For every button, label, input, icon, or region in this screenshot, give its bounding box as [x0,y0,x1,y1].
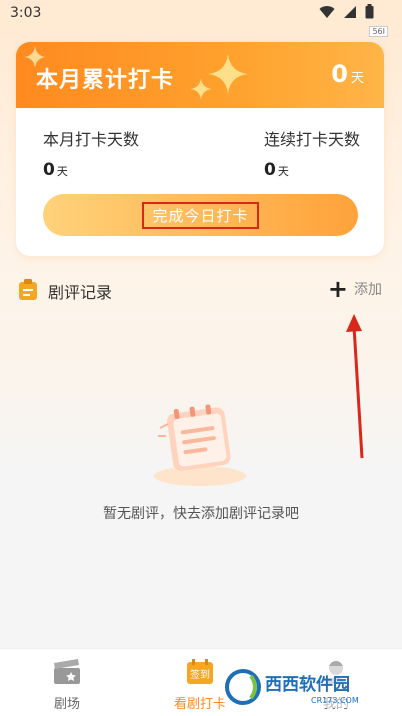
watermark-text: 西西软件园 [265,674,350,695]
streak-stat: 连续打卡天数 0天 [264,126,360,180]
month-days-label: 本月打卡天数 [43,130,140,149]
reviews-title: 剧评记录 [48,283,113,302]
streak-label: 连续打卡天数 [263,130,360,149]
total-checkin-unit: 天 [350,71,364,86]
calendar-checkin-icon: 签到 [187,659,213,684]
streak-value: 0 [263,160,276,180]
tab-theater[interactable]: 剧场 [27,659,107,712]
checkin-card: 本月累计打卡 0天 本月打卡天数 0天 连续打卡天数 0天 完成今日打卡 [16,42,384,256]
month-days-unit: 天 [56,165,68,178]
battery-icon [365,4,374,19]
plus-icon: + [327,275,348,303]
add-review-button[interactable]: + 添加 [327,275,382,303]
add-review-label: 添加 [354,282,382,298]
sparkle-icon [208,54,248,94]
network-badge: 56I [369,26,388,37]
sparkle-icon [24,46,46,68]
total-checkin-value: 0 [331,60,348,88]
complete-checkin-label: 完成今日打卡 [142,201,259,229]
empty-state-text: 暂无剧评，快去添加剧评记录吧 [103,506,299,522]
empty-notes-icon [154,404,246,486]
reviews-section-header: 剧评记录 + 添加 [18,277,386,303]
checkin-tab-badge: 签到 [190,668,210,681]
annotation-arrow-icon [346,314,364,459]
month-days-value-row: 0天 [43,160,139,180]
month-days-stat: 本月打卡天数 0天 [43,126,139,180]
complete-checkin-button[interactable]: 完成今日打卡 [43,194,358,236]
status-time: 3:03 [10,5,42,21]
tab-theater-label: 剧场 [53,697,80,712]
status-bar: 3:03 56I [0,0,402,37]
status-icons [319,4,374,19]
total-checkin-count: 0天 [331,60,364,88]
month-days-value: 0 [43,160,55,180]
wifi-icon [319,5,335,18]
streak-value-row: 0天 [264,160,360,180]
streak-unit: 天 [277,165,289,178]
signal-icon [344,5,356,18]
card-header: 本月累计打卡 0天 [16,42,384,108]
watermark-logo: 西西软件园 CR173.COM [223,666,383,708]
watermark-sub: CR173.COM [311,696,359,705]
clapperboard-icon [54,659,80,684]
sparkle-icon [190,78,212,100]
card-title: 本月累计打卡 [36,68,175,93]
clipboard-icon [19,279,37,300]
